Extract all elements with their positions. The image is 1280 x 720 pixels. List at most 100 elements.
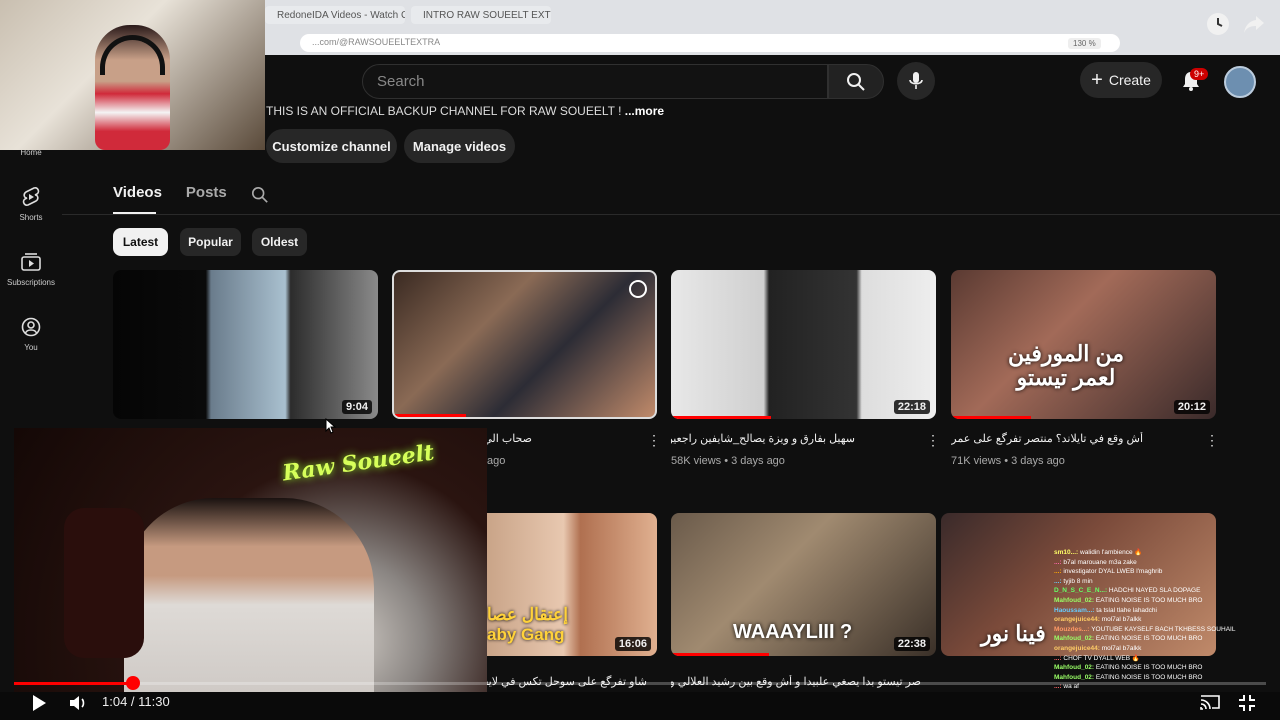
volume-icon[interactable]	[68, 694, 88, 717]
search-input[interactable]: Search	[362, 64, 828, 99]
tab-posts[interactable]: Posts	[186, 184, 227, 204]
thumbnail-overlay-text: من المورفين لعمر تيستو	[1007, 341, 1125, 390]
nav-label: Shorts	[19, 213, 43, 222]
mouse-cursor-icon	[325, 417, 337, 439]
video-duration: 22:18	[893, 400, 930, 414]
chat-message: ...: tyjib 8 min	[1054, 577, 1254, 587]
channel-tabs: Videos Posts	[113, 184, 269, 204]
video-thumbnail[interactable]: WAAAYLIII ? 22:38	[671, 513, 936, 656]
chat-username: ...:	[1054, 654, 1064, 662]
you-icon	[20, 317, 42, 337]
more-actions-icon[interactable]: ⋮	[1205, 432, 1219, 449]
chat-message: D_N_S_C_E_N...: HADCHI NAYED SLA DOPAGE	[1054, 586, 1254, 596]
chat-text: walidin l'ambience 🔥	[1080, 549, 1143, 556]
video-duration: 22:38	[893, 637, 930, 651]
chat-text: ta tslal tlahe lahadchi	[1096, 606, 1157, 614]
chat-username: Mahfoud_02:	[1054, 673, 1096, 681]
exit-fullscreen-icon[interactable]	[1238, 694, 1256, 717]
chat-text: investigator DYAL LWEB l'maghrib	[1063, 568, 1163, 576]
video-duration: 20:12	[1173, 400, 1210, 414]
create-button[interactable]: + Create	[1080, 62, 1162, 98]
chat-message: Mahfoud_02: EATING NOISE IS TOO MUCH BRO	[1054, 634, 1254, 644]
time-display: 1:04 / 11:30	[102, 694, 170, 709]
chat-message: Mahfoud_02: EATING NOISE IS TOO MUCH BRO	[1054, 673, 1254, 683]
cast-icon[interactable]	[1200, 694, 1220, 715]
person-silhouette	[124, 498, 374, 692]
chat-message: orangejuice44: mol7al b7alkk	[1054, 615, 1254, 625]
share-icon[interactable]	[1242, 13, 1266, 35]
watch-later-icon[interactable]	[1207, 13, 1229, 35]
streamer-webcam-top	[0, 0, 265, 150]
manage-videos-button[interactable]: Manage videos	[404, 129, 515, 163]
chip-oldest[interactable]: Oldest	[252, 228, 307, 256]
chat-text: b7al marouane m3a zake	[1063, 558, 1137, 566]
chat-text: mol7al b7alkk	[1101, 616, 1142, 624]
nav-item-shorts[interactable]: Shorts	[0, 187, 62, 222]
account-avatar[interactable]	[1224, 66, 1256, 98]
video-meta: ago	[487, 455, 506, 467]
watch-progress-bar	[671, 416, 771, 419]
streamer-webcam-bottom: Raw Soueelt	[14, 428, 487, 692]
video-thumbnail[interactable]: إعتقال عصا aby Gang 16:06	[487, 513, 657, 656]
chat-message: orangejuice44: mol7al b7alkk	[1054, 644, 1254, 654]
chat-username: Mahfoud_02:	[1054, 664, 1096, 672]
search-icon	[847, 72, 865, 91]
chat-message: Mouzdes...: YOUTUBE KAYSELF BACH TKHBESS…	[1054, 625, 1254, 635]
video-title[interactable]: صحاب الي	[487, 432, 532, 445]
video-title[interactable]: سهيل بفارق و ويزة يصالح_شايفين راجعين ؟	[671, 432, 855, 445]
chip-popular[interactable]: Popular	[180, 228, 241, 256]
video-duration: 16:06	[614, 637, 651, 651]
more-actions-icon[interactable]: ⋮	[647, 432, 661, 449]
more-link[interactable]: ...more	[625, 104, 664, 118]
thumbnail-overlay-text: فينا نور	[981, 621, 1046, 646]
search-icon[interactable]	[251, 186, 269, 204]
chat-message: sm10...: walidin l'ambience 🔥	[1054, 548, 1254, 558]
tab-videos[interactable]: Videos	[113, 184, 162, 204]
create-label: Create	[1108, 72, 1151, 88]
customize-channel-button[interactable]: Customize channel	[266, 129, 397, 163]
chat-message: Mahfoud_02: EATING NOISE IS TOO MUCH BRO	[1054, 663, 1254, 673]
seek-bar[interactable]	[14, 682, 1266, 685]
seek-handle[interactable]	[126, 676, 140, 690]
url-bar[interactable]: ...com/@RAWSOUEELTEXTRA	[300, 34, 1120, 52]
chat-text: mol7al b7alkk	[1101, 644, 1142, 652]
video-thumbnail[interactable]: من المورفين لعمر تيستو 20:12	[951, 270, 1216, 419]
chat-username: D_N_S_C_E_N...:	[1054, 587, 1109, 595]
notification-badge: 9+	[1190, 68, 1209, 80]
tab-label: RedoneIDA Videos - Watch Cl	[277, 9, 405, 21]
chat-text: EATING NOISE IS TOO MUCH BRO	[1095, 673, 1203, 681]
browser-tab[interactable]: RedoneIDA Videos - Watch Cl ✕	[265, 6, 405, 24]
chat-username: ...:	[1054, 577, 1064, 585]
zoom-level: 130 %	[1068, 38, 1101, 49]
chat-username: orangejuice44:	[1054, 644, 1102, 652]
chat-username: Mahfoud_02:	[1054, 635, 1096, 643]
play-icon[interactable]	[30, 694, 48, 717]
video-thumbnail[interactable]	[392, 270, 657, 419]
watch-progress-bar	[394, 414, 466, 417]
browser-tab[interactable]: INTRO RAW SOUEELT EXTRA ✕	[411, 6, 551, 24]
search-button[interactable]	[828, 64, 884, 99]
chat-username: sm10...:	[1054, 549, 1081, 556]
chat-username: ...:	[1054, 568, 1064, 576]
chat-message: ...: b7al marouane m3a zake	[1054, 558, 1254, 568]
video-thumbnail[interactable]: 22:18	[671, 270, 936, 419]
chat-message: ...: CHOF TV DYALL WEB 🔥	[1054, 654, 1254, 664]
subscriptions-icon	[20, 252, 42, 272]
chat-text: tyjib 8 min	[1063, 577, 1093, 585]
thumbnail-overlay-text: إعتقال عصا aby Gang	[487, 605, 568, 644]
divider	[62, 214, 1280, 215]
live-chat-overlay: sm10...: walidin l'ambience 🔥...: b7al m…	[1054, 548, 1254, 692]
video-thumbnail[interactable]: 9:04	[113, 270, 378, 419]
voice-search-button[interactable]	[897, 62, 935, 100]
seek-bar-played	[14, 682, 133, 685]
chat-message: Haoussam...: ta tslal tlahe lahadchi	[1054, 606, 1254, 616]
chip-latest[interactable]: Latest	[113, 228, 168, 256]
nav-item-subscriptions[interactable]: Subscriptions	[0, 252, 62, 287]
more-actions-icon[interactable]: ⋮	[926, 432, 940, 449]
nav-item-you[interactable]: You	[0, 317, 62, 352]
watch-progress-bar	[671, 653, 769, 656]
plus-icon: +	[1091, 69, 1103, 91]
chat-username: Mahfoud_02:	[1054, 596, 1096, 604]
browser-tabs: RedoneIDA Videos - Watch Cl ✕ INTRO RAW …	[265, 6, 551, 26]
video-title[interactable]: أش وقع في تايلاند؟ منتصر تفرگع على عمر ت…	[951, 432, 1143, 445]
